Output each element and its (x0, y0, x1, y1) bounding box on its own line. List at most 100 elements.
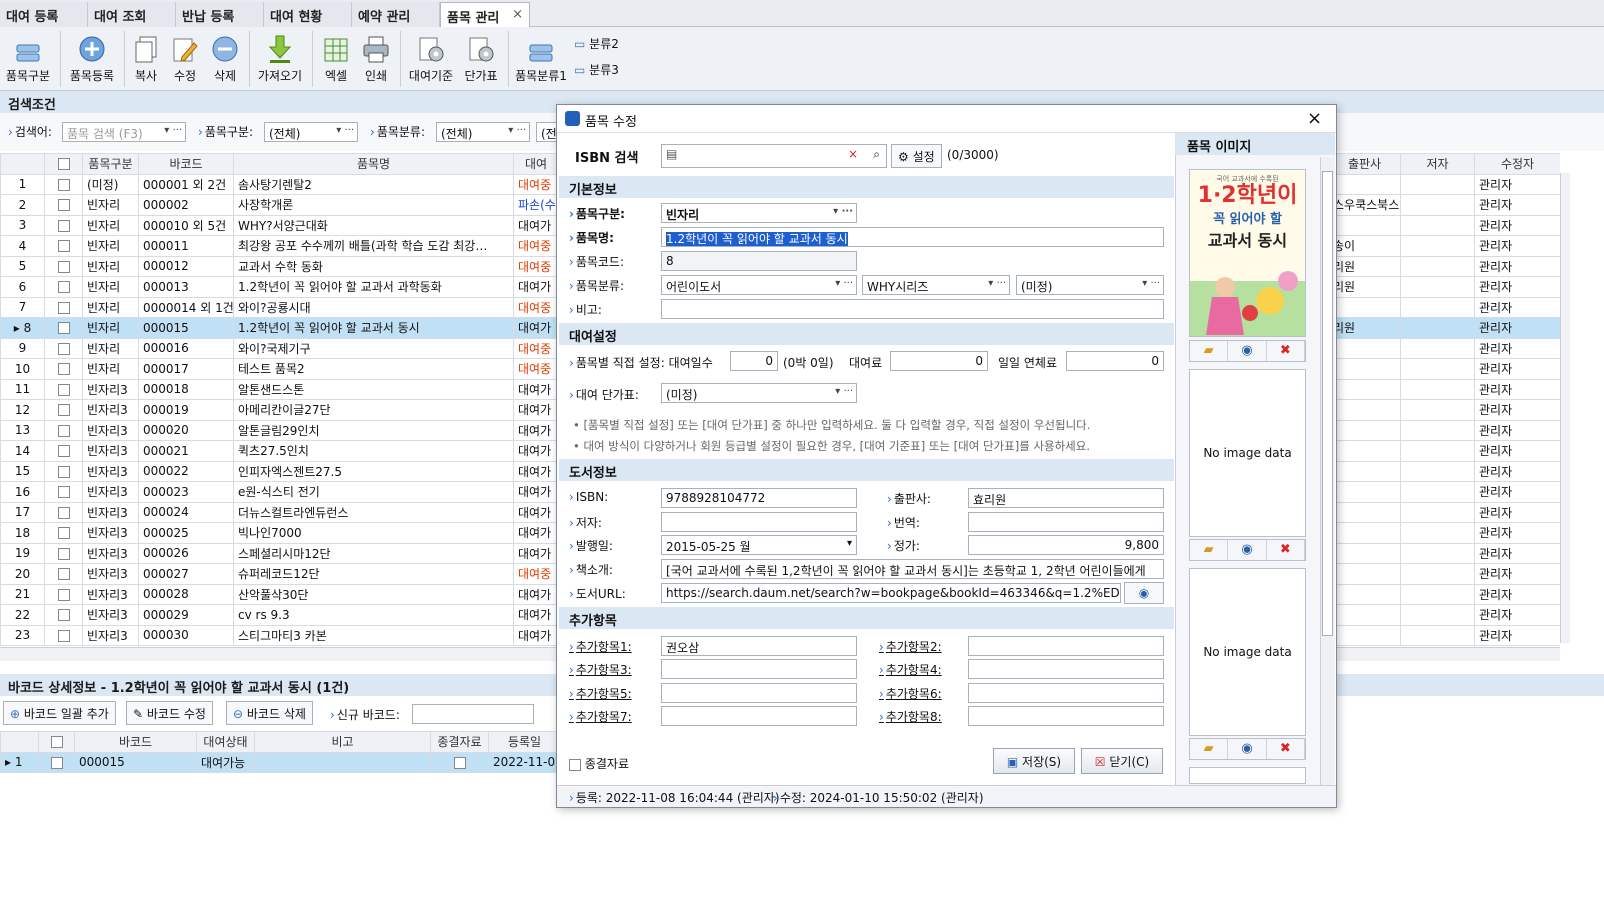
grid-vertical-scrollbar[interactable] (1560, 173, 1570, 643)
excel-button[interactable]: 엑셀 (316, 29, 356, 89)
row-checkbox[interactable] (44, 214, 83, 236)
clear-icon[interactable]: × (848, 147, 858, 161)
edit-button[interactable]: 수정 (166, 29, 204, 89)
scrollbar-thumb[interactable] (1322, 171, 1333, 636)
isbn-input[interactable]: 9788928104772 (661, 488, 857, 508)
row-checkbox[interactable] (44, 501, 83, 523)
import-button[interactable]: 가져오기 (253, 29, 307, 89)
item-name-input[interactable]: 1.2학년이 꼭 읽어야 할 교과서 동시 (661, 227, 1164, 247)
row-checkbox[interactable] (44, 296, 83, 318)
row-checkbox[interactable] (44, 276, 83, 298)
editor-column-header[interactable]: 수정자 (1474, 153, 1560, 175)
row-checkbox[interactable] (44, 358, 83, 380)
row-checkbox[interactable] (44, 624, 83, 646)
extra-field-7-input[interactable] (661, 706, 857, 726)
delete-icon[interactable]: ✖ (1267, 341, 1305, 361)
class3-select[interactable]: (미정) (1016, 275, 1164, 295)
book-url-input[interactable]: https://search.daum.net/search?w=bookpag… (661, 583, 1121, 603)
new-barcode-input[interactable] (412, 704, 534, 724)
extra-field-1-input[interactable]: 권오삼 (661, 636, 857, 656)
intro-input[interactable]: [국어 교과서에 수록된 1,2학년이 꼭 읽어야 할 교과서 동시]는 초등학… (661, 559, 1164, 579)
row-checkbox[interactable] (44, 522, 83, 544)
barcode-bulk-add-button[interactable]: ⊕ 바코드 일괄 추가 (3, 701, 116, 725)
memo-column-header[interactable]: 비고 (254, 731, 431, 753)
tab-item-management[interactable]: 품목 관리 × (440, 2, 530, 27)
search-icon[interactable]: ⌕ (873, 147, 880, 162)
row-checkbox[interactable] (44, 173, 83, 195)
register-item-button[interactable]: 품목등록 (64, 29, 120, 89)
save-button[interactable]: ▣ 저장(S) (993, 748, 1075, 774)
globe-icon[interactable]: ◉ (1228, 540, 1267, 560)
rental-fee-input[interactable]: 0 (890, 351, 988, 371)
publisher-input[interactable]: 효리원 (968, 488, 1164, 508)
pubdate-input[interactable]: 2015-05-25 월 ▾ (661, 535, 857, 555)
tab-rental-register[interactable]: 대여 등록 (0, 2, 88, 27)
extra-field-8-input[interactable] (968, 706, 1164, 726)
chevron-down-icon[interactable]: ▾ (847, 538, 852, 549)
table-row[interactable]: ▸ 1 000015 대여가능 2022-11-08 (0, 751, 560, 773)
closed-checkbox[interactable]: 종결자료 (569, 755, 629, 772)
memo-input[interactable] (661, 299, 1164, 319)
row-checkbox[interactable] (38, 751, 75, 773)
rental-standard-button[interactable]: 대여기준 (404, 29, 458, 89)
row-checkbox[interactable] (44, 440, 83, 462)
search-input[interactable]: 품목 검색 (F3) (62, 122, 186, 142)
price-input[interactable]: 9,800 (968, 535, 1164, 555)
row-checkbox[interactable] (44, 481, 83, 503)
close-icon[interactable]: × (512, 7, 523, 22)
close-button[interactable]: ☒ 닫기(C) (1081, 748, 1163, 774)
copy-button[interactable]: 복사 (128, 29, 164, 89)
row-checkbox[interactable] (44, 542, 83, 564)
delete-icon[interactable]: ✖ (1267, 739, 1305, 759)
closed-column-header[interactable]: 종결자료 (430, 731, 489, 753)
globe-icon[interactable]: ◉ (1228, 341, 1267, 361)
status-column-header[interactable]: 대여 (513, 153, 559, 175)
tab-reservation[interactable]: 예약 관리 (352, 2, 440, 27)
category-column-header[interactable]: 품목구분 (82, 153, 139, 175)
item-class1-button[interactable]: 품목분류1 (512, 29, 570, 89)
row-checkbox[interactable] (44, 419, 83, 441)
category-filter-select[interactable]: (전체) (264, 122, 358, 142)
select-all-checkbox[interactable] (44, 153, 83, 175)
price-table-button[interactable]: 단가표 (460, 29, 502, 89)
barcode-edit-button[interactable]: ✎ 바코드 수정 (126, 701, 213, 725)
row-checkbox[interactable] (44, 317, 83, 339)
barcode-delete-button[interactable]: ⊖ 바코드 삭제 (226, 701, 313, 725)
extra-field-6-input[interactable] (968, 683, 1164, 703)
row-checkbox[interactable] (44, 583, 83, 605)
row-checkbox[interactable] (44, 399, 83, 421)
extra-field-5-input[interactable] (661, 683, 857, 703)
row-checkbox[interactable] (44, 255, 83, 277)
closed-checkbox[interactable] (430, 751, 489, 773)
tab-rental-search[interactable]: 대여 조회 (88, 2, 176, 27)
row-checkbox[interactable] (44, 604, 83, 626)
late-fee-input[interactable]: 0 (1066, 351, 1164, 371)
row-checkbox[interactable] (44, 194, 83, 216)
settings-button[interactable]: ⚙ 설정 (891, 144, 942, 168)
status-column-header[interactable]: 대여상태 (196, 731, 255, 753)
tab-return-register[interactable]: 반납 등록 (176, 2, 264, 27)
close-icon[interactable]: × (1307, 108, 1322, 129)
publisher-column-header[interactable]: 출판사 (1328, 153, 1401, 175)
rental-days-input[interactable]: 0 (730, 351, 778, 371)
class-filter-select[interactable]: (전체) (436, 122, 530, 142)
class2-select[interactable]: WHY시리즈 (862, 275, 1010, 295)
author-input[interactable] (661, 512, 857, 532)
print-button[interactable]: 인쇄 (358, 29, 394, 89)
author-column-header[interactable]: 저자 (1400, 153, 1475, 175)
folder-icon[interactable]: ▰ (1190, 341, 1229, 361)
folder-icon[interactable]: ▰ (1190, 540, 1229, 560)
extra-field-3-input[interactable] (661, 659, 857, 679)
globe-icon[interactable]: ◉ (1228, 739, 1267, 759)
item-class3-button[interactable]: ▭ 분류3 (574, 61, 619, 78)
row-checkbox[interactable] (44, 563, 83, 585)
translator-input[interactable] (968, 512, 1164, 532)
class1-select[interactable]: 어린이도서 (661, 275, 857, 295)
row-checkbox[interactable] (44, 378, 83, 400)
extra-field-2-input[interactable] (968, 636, 1164, 656)
image-panel-scrollbar[interactable] (1320, 157, 1334, 785)
extra-field-4-input[interactable] (968, 659, 1164, 679)
open-url-button[interactable]: ◉ (1124, 582, 1164, 604)
select-all-checkbox[interactable] (38, 731, 75, 753)
row-checkbox[interactable] (44, 460, 83, 482)
